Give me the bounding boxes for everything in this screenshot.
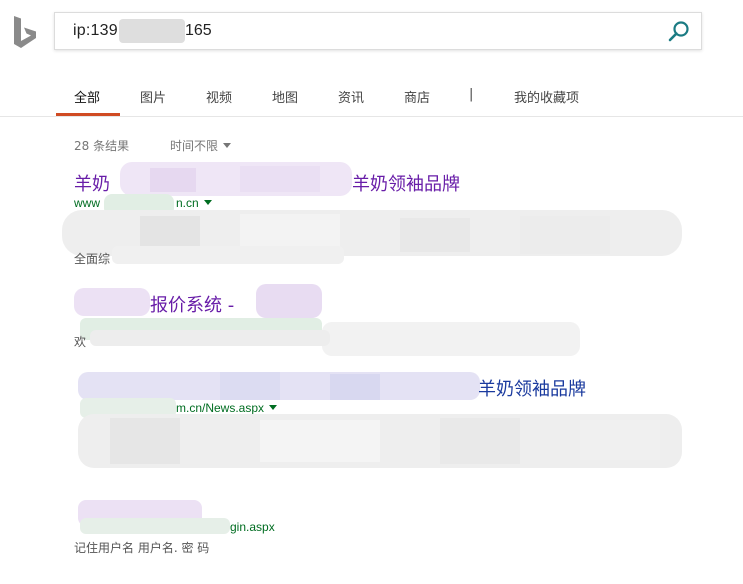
redacted-query-segment bbox=[119, 19, 185, 43]
result-3-url-right[interactable]: m.cn/News.aspx bbox=[176, 401, 278, 415]
search-icon[interactable] bbox=[667, 20, 691, 44]
time-filter-dropdown[interactable]: 时间不限 bbox=[170, 137, 232, 154]
redacted-title bbox=[74, 288, 150, 316]
result-2-snippet-fragment: 欢 bbox=[74, 335, 87, 349]
tab-videos[interactable]: 视频 bbox=[206, 87, 232, 106]
chevron-down-icon bbox=[203, 200, 212, 205]
redacted-title-pixel bbox=[330, 374, 380, 400]
chevron-down-icon bbox=[223, 143, 232, 148]
redacted-snippet bbox=[90, 330, 330, 346]
redacted-snippet bbox=[322, 322, 580, 356]
redacted-snippet-pixel bbox=[400, 218, 470, 252]
redacted-snippet-pixel bbox=[520, 216, 610, 254]
redacted-snippet-pixel bbox=[260, 420, 380, 462]
chevron-down-icon bbox=[269, 405, 278, 410]
time-filter-label: 时间不限 bbox=[170, 139, 219, 153]
result-1-snippet-fragment: 全面综 bbox=[74, 252, 111, 266]
search-query-suffix[interactable]: 165 bbox=[185, 22, 212, 40]
redacted-url bbox=[80, 518, 230, 534]
result-3-title-right[interactable]: 羊奶领袖品牌 bbox=[478, 375, 586, 401]
result-4-url-right[interactable]: gin.aspx bbox=[230, 520, 275, 534]
result-1-url-text: n.cn bbox=[176, 196, 199, 210]
redacted-title bbox=[256, 284, 322, 318]
redacted-snippet-pixel bbox=[110, 418, 180, 464]
header-divider bbox=[0, 116, 743, 117]
bing-logo-icon[interactable] bbox=[12, 15, 38, 51]
tab-all[interactable]: 全部 bbox=[74, 87, 100, 106]
redacted-title-pixel bbox=[220, 372, 280, 400]
redacted-snippet bbox=[112, 246, 344, 264]
result-1-title-left[interactable]: 羊奶 bbox=[74, 170, 110, 196]
search-query-prefix[interactable]: ip:139 bbox=[73, 22, 118, 40]
result-3-url-text: m.cn/News.aspx bbox=[176, 401, 265, 415]
result-1-title-right[interactable]: 羊奶领袖品牌 bbox=[352, 170, 460, 196]
result-2-title[interactable]: 报价系统 - bbox=[150, 291, 234, 317]
tab-images[interactable]: 图片 bbox=[140, 87, 166, 106]
search-box[interactable]: ip:139 165 bbox=[54, 12, 702, 50]
redacted-title-pixel bbox=[240, 166, 320, 192]
redacted-title-pixel bbox=[150, 168, 196, 192]
result-1-url-right[interactable]: n.cn bbox=[176, 196, 212, 210]
result-4-snippet: 记住用户名 用户名. 密 码 bbox=[74, 541, 210, 555]
tab-maps[interactable]: 地图 bbox=[272, 87, 298, 106]
result-count: 28 条结果 bbox=[74, 139, 130, 153]
tab-news[interactable]: 资讯 bbox=[338, 87, 364, 106]
tab-separator: | bbox=[469, 87, 474, 102]
redacted-snippet-pixel bbox=[440, 418, 520, 464]
tab-my-saves[interactable]: 我的收藏项 bbox=[514, 87, 579, 106]
result-1-url-left[interactable]: www bbox=[74, 196, 100, 210]
redacted-snippet-pixel bbox=[580, 420, 660, 460]
tab-shopping[interactable]: 商店 bbox=[404, 87, 430, 106]
